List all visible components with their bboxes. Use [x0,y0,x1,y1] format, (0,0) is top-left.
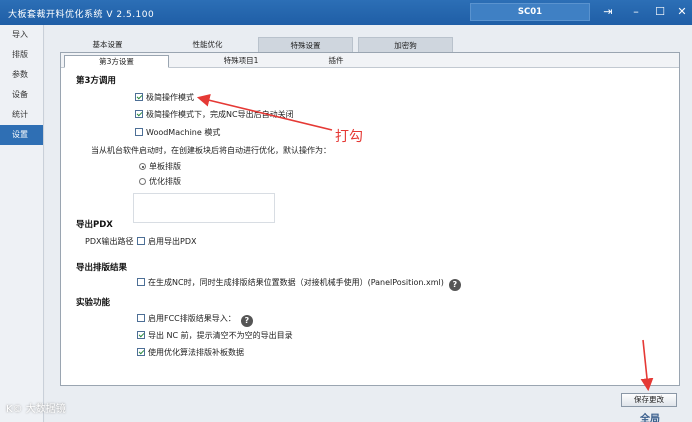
annotation-text: 打勾 [335,129,363,145]
enable-pdx-option[interactable]: 启用导出PDX [137,236,196,247]
panel-position-checkbox[interactable] [137,278,145,286]
simple-mode-option[interactable]: 极简操作模式 [135,92,194,103]
optimized-layout-radio[interactable] [139,178,146,185]
optimize-filler-label: 使用优化算法排版补板数据 [148,348,244,357]
optimized-layout-option[interactable]: 优化排版 [139,176,181,187]
sidebar-item-import[interactable]: 导入 [0,25,43,45]
close-icon[interactable]: ✕ [674,4,690,20]
help-icon[interactable]: ? [448,279,461,291]
auto-close-option[interactable]: 极简操作模式下，完成NC导出后自动关闭 [135,109,294,120]
sidebar-item-devices[interactable]: 设备 [0,85,43,105]
sidebar-item-settings[interactable]: 设置 [0,125,43,145]
section-title-third-party: 第3方调用 [76,76,116,86]
optimize-filler-option[interactable]: 使用优化算法排版补板数据 [137,347,244,358]
minimize-icon[interactable]: – [628,4,644,20]
tab-special-settings[interactable]: 特殊设置 [258,37,353,52]
app-title: 大板套裁开料优化系统 V 2.5.100 [8,10,155,20]
settings-content: 第3方设置 特殊项目1 插件 第3方调用 极简操作模式 极简操作模式下，完成NC… [60,52,680,386]
sidebar-item-layout[interactable]: 排版 [0,45,43,65]
title-bar: 大板套裁开料优化系统 V 2.5.100 SC01 ⇥ – ☐ ✕ [0,0,692,25]
help-icon[interactable]: ? [240,315,253,327]
simple-mode-label: 极简操作模式 [146,93,194,102]
default-action-radio-group [133,193,275,223]
optimized-layout-label: 优化排版 [149,177,181,186]
auto-close-label: 极简操作模式下，完成NC导出后自动关闭 [146,110,294,119]
pdx-path-label: PDX输出路径 [85,237,134,246]
tab-special-project[interactable]: 特殊项目1 [191,55,291,68]
enable-pdx-checkbox[interactable] [137,237,145,245]
sidebar-item-stats[interactable]: 统计 [0,105,43,125]
sidebar: 导入 排版 参数 设备 统计 设置 [0,25,44,422]
station-selector[interactable]: SC01 [470,3,590,21]
woodmachine-option[interactable]: WoodMachine 模式 [135,127,220,138]
woodmachine-checkbox[interactable] [135,128,143,136]
clear-export-dir-option[interactable]: 导出 NC 前，提示清空不为空的导出目录 [137,330,293,341]
tab-plugins[interactable]: 插件 [301,55,371,68]
clear-export-dir-checkbox[interactable] [137,331,145,339]
enable-pdx-label: 启用导出PDX [148,237,197,246]
tab-dongle[interactable]: 加密狗 [358,37,453,52]
optimize-filler-checkbox[interactable] [137,348,145,356]
single-layout-label: 单板排版 [149,162,181,171]
default-action-prompt: 当从机台软件启动时，在创建板块后将自动进行优化，默认操作为： [91,146,331,155]
watermark: K© 大数据镜 [6,404,66,415]
tab-performance[interactable]: 性能优化 [155,37,260,52]
woodmachine-label: WoodMachine 模式 [146,128,221,137]
section-title-pdx: 导出PDX [76,220,113,230]
auto-close-checkbox[interactable] [135,110,143,118]
maximize-icon[interactable]: ☐ [652,4,668,20]
corner-logo: 全局 [640,414,660,422]
clear-export-dir-label: 导出 NC 前，提示清空不为空的导出目录 [148,331,293,340]
tab-basic-settings[interactable]: 基本设置 [70,37,145,52]
sub-tabs: 第3方设置 特殊项目1 插件 [61,53,679,68]
sidebar-item-params[interactable]: 参数 [0,65,43,85]
single-layout-option[interactable]: 单板排版 [139,161,181,172]
section-title-layout-result: 导出排版结果 [76,263,128,273]
save-changes-button[interactable]: 保存更改 [621,393,677,407]
exit-icon[interactable]: ⇥ [600,4,616,20]
panel-position-option[interactable]: 在生成NC时，同时生成排版结果位置数据（对接机械手使用）(PanelPositi… [137,277,461,291]
main-panel: 基本设置 性能优化 特殊设置 加密狗 第3方设置 特殊项目1 插件 第3方调用 … [45,25,692,422]
single-layout-radio[interactable] [139,163,146,170]
panel-position-label: 在生成NC时，同时生成排版结果位置数据（对接机械手使用）(PanelPositi… [148,278,444,287]
section-title-experimental: 实验功能 [76,298,111,308]
tab-third-party[interactable]: 第3方设置 [64,55,169,68]
simple-mode-checkbox[interactable] [135,93,143,101]
fcc-import-checkbox[interactable] [137,314,145,322]
fcc-import-option[interactable]: 启用FCC排版结果导入：? [137,313,253,327]
fcc-import-label: 启用FCC排版结果导入： [148,314,236,323]
